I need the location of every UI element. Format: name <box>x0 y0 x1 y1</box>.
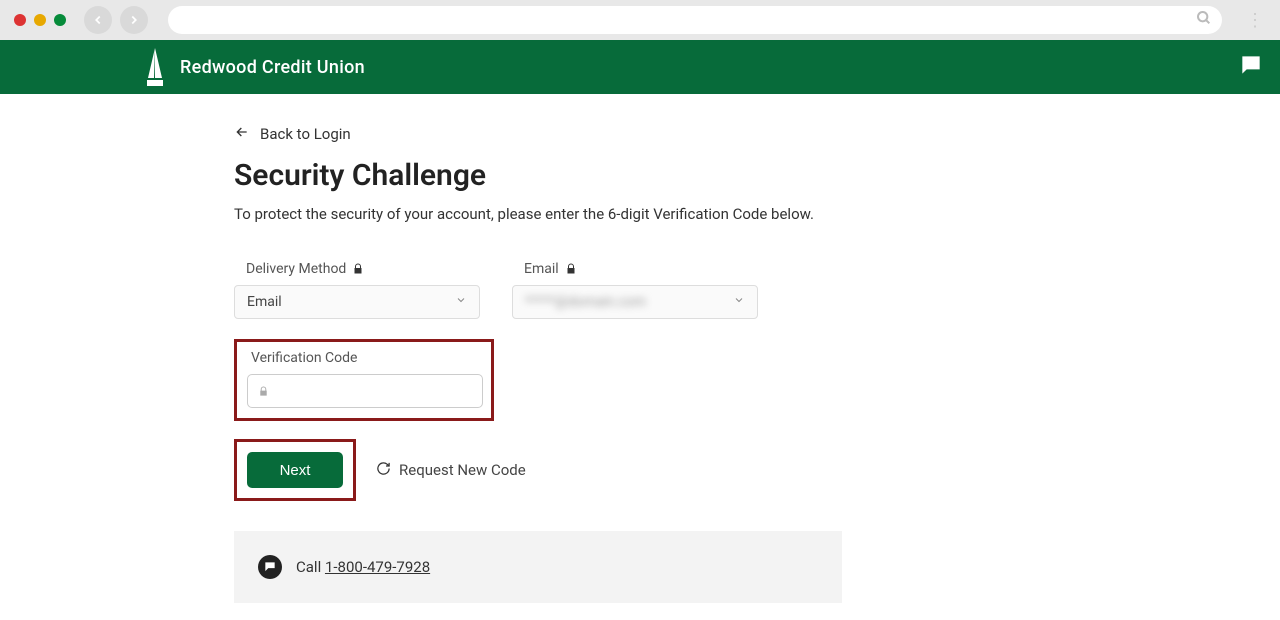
verification-code-label: Verification Code <box>251 350 481 366</box>
refresh-icon <box>376 461 391 480</box>
browser-forward-button[interactable] <box>120 6 148 34</box>
maximize-window-icon[interactable] <box>54 14 66 26</box>
chat-support-icon <box>258 555 282 579</box>
search-icon <box>1196 10 1212 30</box>
delivery-method-label: Delivery Method <box>246 261 480 277</box>
request-new-code-label: Request New Code <box>399 461 526 479</box>
app-header: Redwood Credit Union <box>0 40 1280 94</box>
browser-chrome: ⋮ <box>0 0 1280 40</box>
back-link-label: Back to Login <box>260 125 351 143</box>
brand-logo-icon <box>140 48 170 86</box>
lock-icon <box>352 263 364 275</box>
call-prefix: Call <box>296 558 325 576</box>
minimize-window-icon[interactable] <box>34 14 46 26</box>
delivery-method-select[interactable]: Email <box>234 285 480 319</box>
page-subtitle: To protect the security of your account,… <box>234 205 1280 223</box>
help-text: Call 1-800-479-7928 <box>296 558 430 576</box>
verification-code-highlight: Verification Code <box>234 339 494 421</box>
field-email: Email *****@domain.com <box>512 261 758 319</box>
next-button[interactable]: Next <box>247 452 343 488</box>
form-row-delivery: Delivery Method Email Email *****@do <box>234 261 1280 319</box>
arrow-left-icon <box>234 124 250 144</box>
page-title: Security Challenge <box>234 158 1280 193</box>
email-select[interactable]: *****@domain.com <box>512 285 758 319</box>
lock-icon <box>565 263 577 275</box>
chevron-down-icon <box>455 294 467 310</box>
url-bar[interactable] <box>168 6 1222 34</box>
main-content: Back to Login Security Challenge To prot… <box>0 94 1280 603</box>
chat-icon[interactable] <box>1238 52 1264 82</box>
field-delivery-method: Delivery Method Email <box>234 261 480 319</box>
chevron-down-icon <box>733 294 745 310</box>
request-new-code-link[interactable]: Request New Code <box>376 461 526 480</box>
delivery-method-value: Email <box>247 294 282 310</box>
brand-name: Redwood Credit Union <box>180 57 365 78</box>
email-value: *****@domain.com <box>525 294 646 310</box>
delivery-method-label-text: Delivery Method <box>246 261 346 277</box>
help-bar: Call 1-800-479-7928 <box>234 531 842 603</box>
brand[interactable]: Redwood Credit Union <box>140 48 365 86</box>
email-label: Email <box>524 261 758 277</box>
next-button-highlight: Next <box>234 439 356 501</box>
email-label-text: Email <box>524 261 559 277</box>
lock-icon <box>258 382 269 401</box>
close-window-icon[interactable] <box>14 14 26 26</box>
back-to-login-link[interactable]: Back to Login <box>234 124 1280 144</box>
help-phone-link[interactable]: 1-800-479-7928 <box>325 558 430 576</box>
window-controls <box>14 14 66 26</box>
verification-code-input[interactable] <box>247 374 483 408</box>
actions-row: Next Request New Code <box>234 439 1280 501</box>
browser-back-button[interactable] <box>84 6 112 34</box>
browser-menu-icon[interactable]: ⋮ <box>1242 10 1266 31</box>
